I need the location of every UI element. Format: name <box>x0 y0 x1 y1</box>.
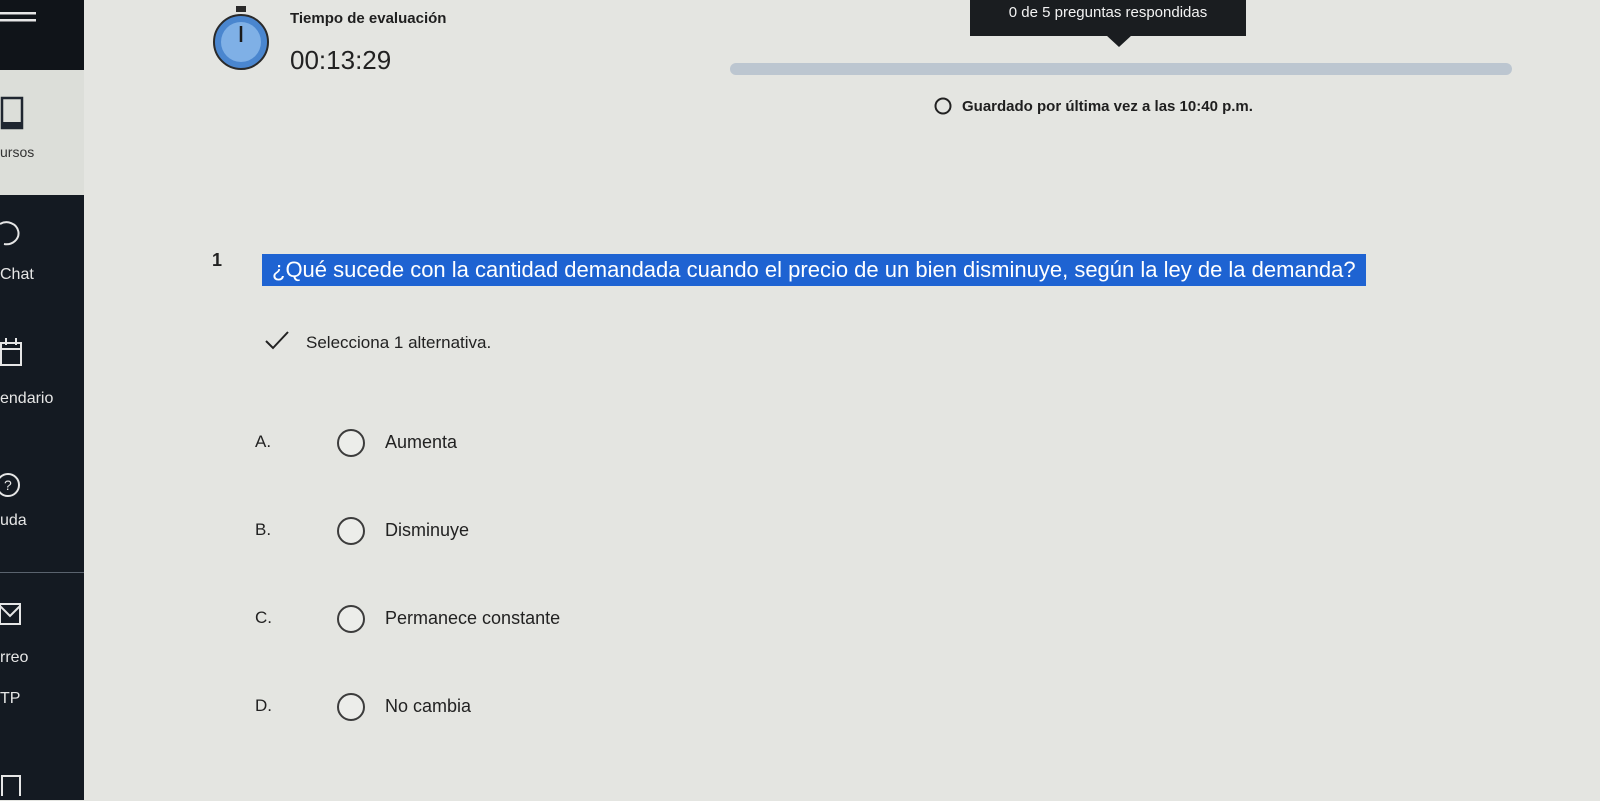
option-letter: A. <box>255 432 272 451</box>
radio-button[interactable] <box>337 693 365 721</box>
option-letter: D. <box>255 696 272 715</box>
radio-button[interactable] <box>337 429 365 457</box>
timer-title: Tiempo de evaluación <box>290 10 447 27</box>
option-label: Disminuye <box>385 520 470 540</box>
option-d[interactable]: D. No cambia <box>255 688 675 728</box>
sidebar-item-help[interactable]: ? uda <box>0 465 84 545</box>
sidebar-divider <box>0 572 84 573</box>
option-b[interactable]: B. Disminuye <box>255 512 675 552</box>
option-letter: C. <box>255 608 272 627</box>
sidebar-item-chat[interactable]: Chat <box>0 210 84 290</box>
progress-bar <box>730 63 1512 75</box>
sidebar-item-calendar[interactable]: endario <box>0 335 84 415</box>
sidebar-item-label: uda <box>0 512 27 529</box>
chat-bubble-icon <box>0 220 30 255</box>
sidebar-item-label: TP <box>0 690 21 707</box>
sidebar-item-tp[interactable]: TP <box>0 690 84 800</box>
timer-value: 00:13:29 <box>290 45 392 75</box>
help-circle-icon: ? <box>0 471 22 504</box>
sidebar-item-courses[interactable]: ursos <box>0 90 84 170</box>
sidebar-item-mail[interactable]: rreo <box>0 598 84 678</box>
option-letter: B. <box>255 520 272 539</box>
menu-icon[interactable] <box>0 10 40 35</box>
progress-badge: 0 de 5 preguntas respondidas <box>970 0 1246 36</box>
mail-icon <box>0 602 24 633</box>
save-status: Guardado por última vez a las 10:40 p.m. <box>962 98 1253 115</box>
option-label: Aumenta <box>385 432 458 452</box>
option-label: No cambia <box>385 696 472 716</box>
book-icon <box>0 96 26 137</box>
stopwatch-icon <box>210 6 272 77</box>
question-text: ¿Qué sucede con la cantidad demandada cu… <box>262 254 1366 286</box>
radio-button[interactable] <box>337 517 365 545</box>
sidebar: ursos Chat endario ? uda rreo TP <box>0 0 84 800</box>
sidebar-item-label: rreo <box>0 649 29 666</box>
svg-text:?: ? <box>4 477 12 493</box>
calendar-icon <box>0 337 26 372</box>
cloud-saved-icon <box>932 97 954 120</box>
option-label: Permanece constante <box>385 608 561 628</box>
radio-button[interactable] <box>337 605 365 633</box>
progress-badge-pointer <box>1106 35 1132 47</box>
sidebar-item-label: Chat <box>0 266 34 283</box>
check-icon <box>264 329 290 356</box>
option-c[interactable]: C. Permanece constante <box>255 600 675 640</box>
sidebar-item-label: endario <box>0 390 54 407</box>
instruction-text: Selecciona 1 alternativa. <box>306 333 492 352</box>
sidebar-item-label: ursos <box>0 144 35 160</box>
question-number: 1 <box>212 250 223 270</box>
option-a[interactable]: A. Aumenta <box>255 424 675 464</box>
app-icon <box>0 772 24 801</box>
